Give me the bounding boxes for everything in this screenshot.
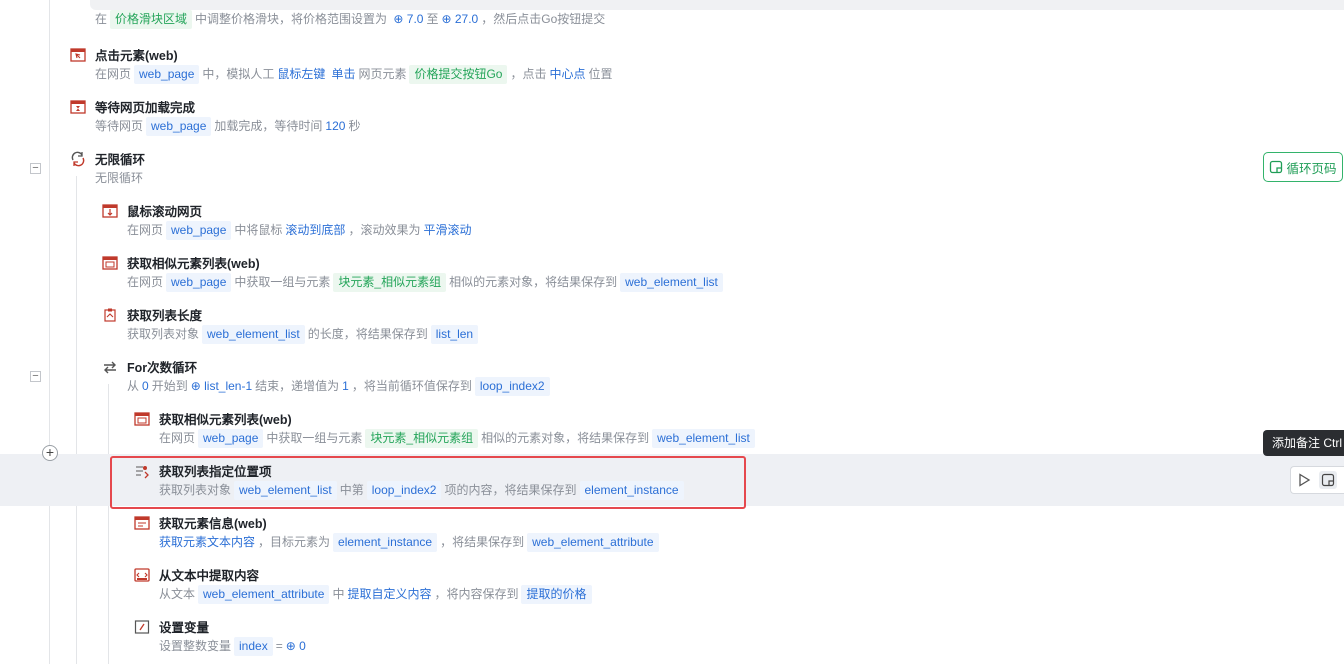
step-desc: 在网页 web_page 中获取一组与元素 块元素_相似元素组 相似的元素对象，将结果保… <box>127 272 726 292</box>
step-desc: 获取元素文本内容 ，目标元素为 element_instance ，将结果保存到 web… <box>159 532 662 552</box>
step-desc: 设置整数变量 index = ⊕ 0 <box>159 636 309 656</box>
collapse-toggle-loop[interactable]: − <box>30 163 41 174</box>
list-length-icon <box>104 308 116 322</box>
step-desc: 在网页 web_page 中获取一组与元素 块元素_相似元素组 相似的元素对象，将结果保… <box>159 428 758 448</box>
tree-line-for <box>108 384 109 664</box>
selection-highlight <box>110 456 746 509</box>
step-infinite-loop[interactable]: 无限循环 无限循环 <box>70 149 970 195</box>
element-list-icon <box>102 256 118 270</box>
step-title: For次数循环 <box>127 361 198 375</box>
step-extract-text[interactable]: 从文本中提取内容 从文本 web_element_attribute 中提取自定义内… <box>134 565 1034 611</box>
step-desc: 在价格滑块区域 中调整价格滑块，将价格范围设置为 ⊕ 7.0 至 ⊕ 27.0 ，然后点… <box>95 9 605 29</box>
step-set-variable[interactable]: 设置变量 设置整数变量 index = ⊕ 0 <box>134 617 1034 663</box>
step-desc: 从文本 web_element_attribute 中提取自定义内容 ，将内容保存到提… <box>159 584 595 604</box>
wait-icon <box>70 100 86 114</box>
add-note-tooltip: 添加备注 Ctrl <box>1263 430 1344 456</box>
step-title: 获取相似元素列表(web) <box>127 257 260 271</box>
element-list-icon <box>134 412 150 426</box>
step-title: 获取相似元素列表(web) <box>159 413 292 427</box>
step-title: 从文本中提取内容 <box>159 569 260 583</box>
row-actions <box>1290 466 1344 494</box>
step-title: 等待网页加载完成 <box>95 101 196 115</box>
step-title: 鼠标滚动网页 <box>127 205 203 219</box>
click-icon <box>70 48 86 62</box>
step-get-list-length[interactable]: 获取列表长度 获取列表对象 web_element_list 的长度，将结果保存到 l… <box>102 305 1002 351</box>
step-title: 获取元素信息(web) <box>159 517 267 531</box>
step-desc: 获取列表对象 web_element_list 的长度，将结果保存到 list_len <box>127 324 481 344</box>
variable-icon <box>134 620 150 634</box>
tree-line-root <box>49 0 50 664</box>
step-click-element[interactable]: 点击元素(web) 在网页 web_page 中，模拟人工 鼠标左键 单击 网页元素 价格提… <box>70 45 970 91</box>
loop-page-note-button[interactable]: 循环页码 <box>1263 152 1343 182</box>
step-scroll-page[interactable]: 鼠标滚动网页 在网页 web_page 中将鼠标 滚动到底部 ，滚动效果为 平滑滚动 <box>102 201 1002 247</box>
step-desc: 等待网页 web_page 加载完成，等待时间 120 秒 <box>95 116 360 136</box>
add-step-button[interactable]: + <box>42 445 58 461</box>
collapse-toggle-for[interactable]: − <box>30 371 41 382</box>
step-get-similar-elements[interactable]: 获取相似元素列表(web) 在网页 web_page 中获取一组与元素 块元素_相似元… <box>102 253 1002 299</box>
loop-icon <box>71 151 85 167</box>
note-icon <box>1321 473 1335 487</box>
step-desc: 从 0 开始到 ⊕ list_len-1 结束，递增值为 1 ，将当前循环值保存到 loop_… <box>127 376 553 396</box>
step-desc: 在网页 web_page 中，模拟人工 鼠标左键 单击 网页元素 价格提交按钮Go ，点击 中心… <box>95 64 613 84</box>
step-title: 点击元素(web) <box>95 49 178 63</box>
play-icon[interactable] <box>1297 473 1311 487</box>
add-note-button[interactable] <box>1319 471 1337 489</box>
step-title: 无限循环 <box>95 153 146 167</box>
note-icon <box>1270 160 1283 174</box>
step-wait-page[interactable]: 等待网页加载完成 等待网页 web_page 加载完成，等待时间 120 秒 <box>70 97 970 143</box>
scroll-icon <box>102 204 118 218</box>
for-loop-icon <box>104 361 116 374</box>
step-title: 获取列表长度 <box>127 309 203 323</box>
step-desc: 在网页 web_page 中将鼠标 滚动到底部 ，滚动效果为 平滑滚动 <box>127 220 474 240</box>
tree-line-loop <box>76 176 77 664</box>
text-extract-icon <box>134 568 150 582</box>
element-info-icon <box>134 516 150 530</box>
loop-page-label: 循环页码 <box>1286 161 1337 176</box>
step-get-similar-elements-inner[interactable]: 获取相似元素列表(web) 在网页 web_page 中获取一组与元素 块元素_相似元… <box>134 409 1034 455</box>
step-for-loop[interactable]: For次数循环 从 0 开始到 ⊕ list_len-1 结束，递增值为 1 ，将当前循环值… <box>102 357 1002 403</box>
step-price-slider[interactable]: 在价格滑块区域 中调整价格滑块，将价格范围设置为 ⊕ 7.0 至 ⊕ 27.0 ，然后点… <box>70 0 670 29</box>
step-get-element-info[interactable]: 获取元素信息(web) 获取元素文本内容 ，目标元素为 element_instan… <box>134 513 1034 559</box>
step-desc: 无限循环 <box>95 171 144 185</box>
step-title: 设置变量 <box>159 621 210 635</box>
